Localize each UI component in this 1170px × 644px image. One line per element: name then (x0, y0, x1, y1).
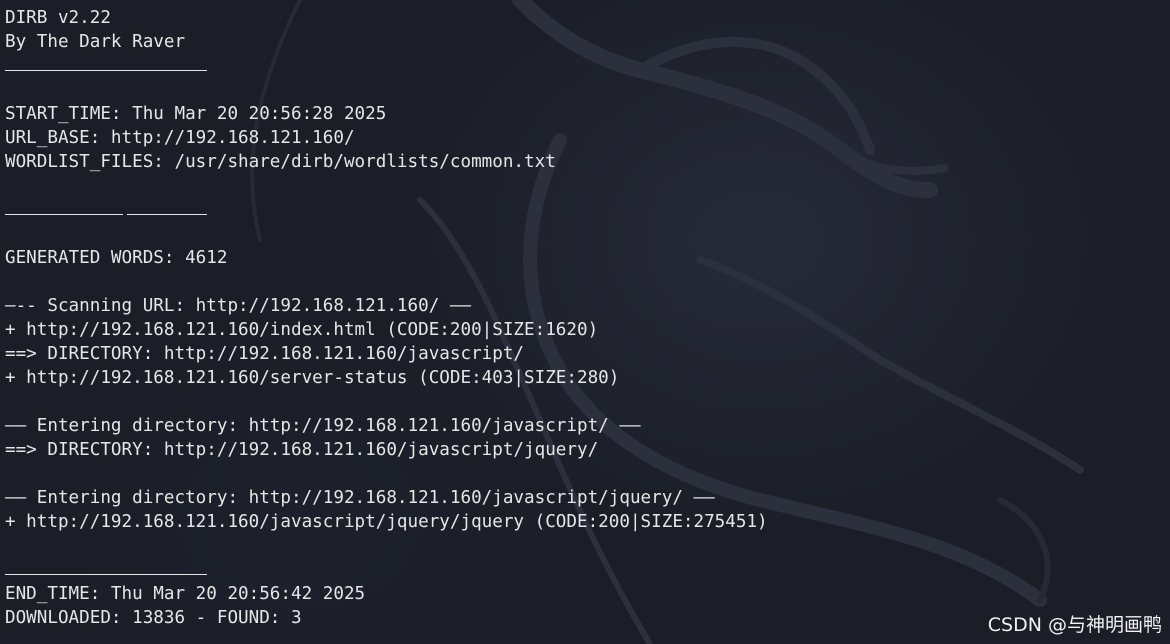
output-line: —— Entering directory: http://192.168.12… (5, 488, 715, 508)
csdn-watermark: CSDN @与神明画鸭 (987, 614, 1162, 636)
output-line: —-- Scanning URL: http://192.168.121.160… (5, 296, 472, 316)
output-line: URL_BASE: http://192.168.121.160/ (5, 128, 355, 148)
output-line: GENERATED WORDS: 4612 (5, 248, 228, 268)
output-line: + http://192.168.121.160/javascript/jque… (5, 512, 768, 532)
output-line: + http://192.168.121.160/server-status (… (5, 368, 620, 388)
output-line: START_TIME: Thu Mar 20 20:56:28 2025 (5, 104, 387, 124)
output-line: DIRB v2.22 (5, 8, 111, 28)
terminal-output[interactable]: DIRB v2.22 By The Dark Raver START_TIME: T… (5, 6, 768, 630)
output-line: + http://192.168.121.160/index.html (COD… (5, 320, 599, 340)
output-line: —— Entering directory: http://192.168.12… (5, 416, 641, 436)
separator-rule (5, 558, 768, 582)
output-line: By The Dark Raver (5, 32, 186, 52)
terminal-window[interactable]: DIRB v2.22 By The Dark Raver START_TIME: T… (0, 0, 1170, 644)
separator-rule (5, 54, 768, 78)
output-line: ==> DIRECTORY: http://192.168.121.160/ja… (5, 440, 599, 460)
output-line: WORDLIST_FILES: /usr/share/dirb/wordlist… (5, 152, 556, 172)
output-line: END_TIME: Thu Mar 20 20:56:42 2025 (5, 584, 366, 604)
separator-rule (5, 198, 768, 222)
output-line: ==> DIRECTORY: http://192.168.121.160/ja… (5, 344, 525, 364)
output-line: DOWNLOADED: 13836 - FOUND: 3 (5, 608, 302, 628)
